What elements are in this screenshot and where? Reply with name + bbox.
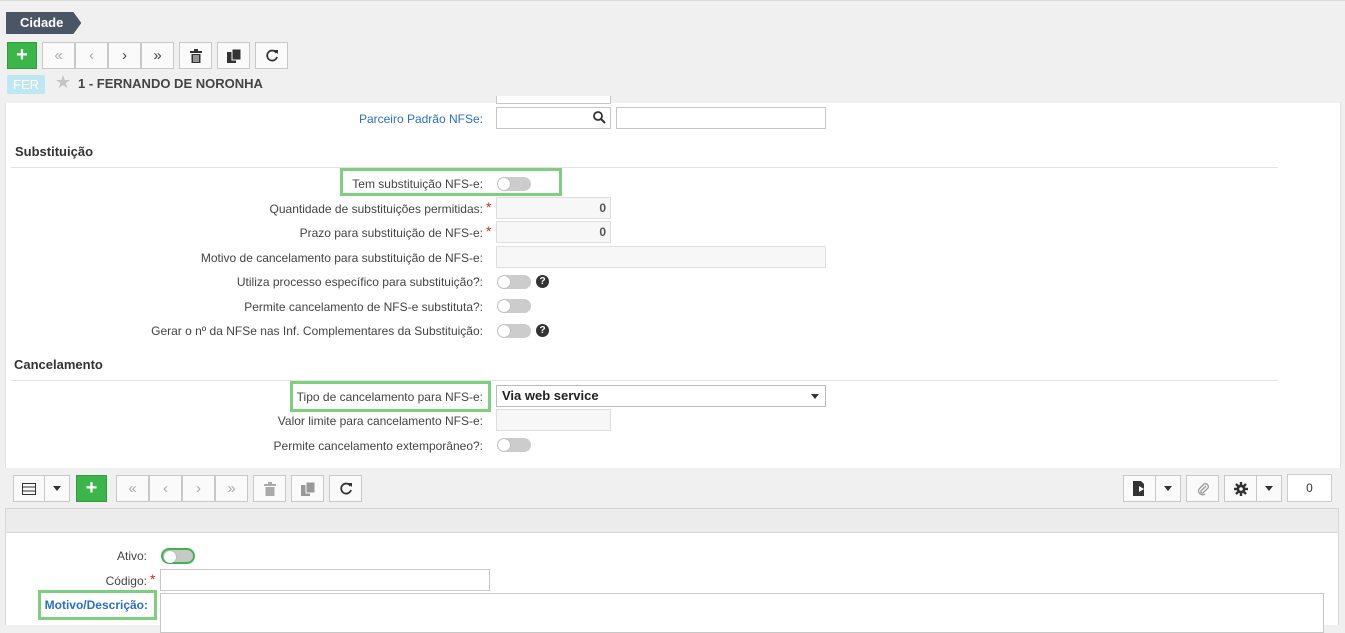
trash-icon — [189, 48, 202, 63]
tipo-cancel-label: Tipo de cancelamento para NFS-e: — [296, 390, 483, 404]
chevron-down-icon — [811, 394, 819, 399]
paperclip-icon — [1197, 482, 1209, 495]
table-icon — [22, 482, 36, 495]
grid-view-button[interactable] — [13, 475, 45, 502]
motivo-cancel-input[interactable] — [496, 246, 826, 268]
export-file-icon — [1133, 481, 1144, 496]
motivo-descricao-textarea[interactable] — [160, 593, 1324, 633]
grid-next-button[interactable]: › — [182, 475, 215, 502]
permite-cancel-label: Permite cancelamento de NFS-e substituta… — [244, 300, 483, 314]
prazo-label: Prazo para substituição de NFS-e: — [299, 226, 483, 240]
grid-prev-button[interactable]: ‹ — [149, 475, 182, 502]
copy-icon — [300, 481, 315, 496]
tem-substituicao-label: Tem substituição NFS-e: — [352, 177, 483, 191]
required-mark: * — [486, 199, 492, 215]
permite-extemp-label: Permite cancelamento extemporâneo?: — [273, 439, 483, 453]
grid-refresh-button[interactable] — [329, 475, 362, 502]
previous-record-button[interactable]: ‹ — [75, 42, 108, 69]
tem-substituicao-toggle[interactable] — [497, 177, 531, 191]
record-count: 0 — [1287, 474, 1332, 502]
cut-off-input — [496, 96, 611, 104]
ativo-label: Ativo: — [116, 549, 147, 563]
record-title: 1 - FERNANDO DE NORONHA — [78, 76, 263, 91]
grid-view-dropdown[interactable] — [44, 475, 70, 502]
export-dropdown[interactable] — [1155, 475, 1181, 502]
utiliza-processo-toggle[interactable] — [497, 275, 531, 289]
chevron-down-icon — [1265, 486, 1273, 491]
export-button[interactable] — [1123, 475, 1156, 502]
required-mark: * — [150, 571, 156, 587]
qtd-substituicoes-label: Quantidade de substituições permitidas: — [269, 202, 483, 216]
gear-icon — [1233, 481, 1248, 496]
breadcrumb[interactable]: Cidade — [6, 12, 81, 34]
required-mark: * — [486, 223, 492, 239]
last-record-button[interactable]: » — [141, 42, 174, 69]
permite-cancel-toggle[interactable] — [497, 299, 531, 313]
parceiro-label[interactable]: Parceiro Padrão NFSe: — [300, 112, 483, 126]
favorite-star-icon[interactable]: ★ — [55, 72, 71, 93]
parceiro-name-input[interactable] — [616, 107, 826, 129]
qtd-substituicoes-input[interactable]: 0 — [496, 197, 611, 219]
motivo-cancel-label: Motivo de cancelamento para substituição… — [200, 251, 483, 265]
settings-dropdown[interactable] — [1256, 475, 1282, 502]
grid-last-button[interactable]: » — [215, 475, 248, 502]
next-record-button[interactable]: › — [108, 42, 141, 69]
tipo-cancel-select[interactable]: Via web service — [496, 385, 826, 407]
chevron-down-icon — [1164, 486, 1172, 491]
section-divider — [11, 167, 1278, 168]
section-title-substituicao: Substituição — [15, 144, 94, 159]
grid-header — [5, 508, 1339, 533]
parceiro-code-input[interactable] — [496, 107, 611, 129]
grid-copy-button[interactable] — [291, 475, 324, 502]
valor-limite-input[interactable] — [496, 409, 611, 431]
delete-button[interactable] — [179, 42, 212, 69]
tipo-cancel-value: Via web service — [502, 388, 599, 403]
copy-button[interactable] — [217, 42, 250, 69]
valor-limite-label: Valor limite para cancelamento NFS-e: — [277, 414, 483, 428]
permite-extemp-toggle[interactable] — [497, 438, 531, 452]
grid-first-button[interactable]: « — [116, 475, 149, 502]
grid-add-button[interactable]: + — [76, 475, 107, 502]
settings-button[interactable] — [1224, 475, 1257, 502]
help-icon[interactable]: ? — [536, 324, 549, 337]
trash-icon — [263, 481, 276, 496]
refresh-icon — [265, 49, 278, 61]
copy-icon — [226, 48, 241, 63]
motivo-descricao-label[interactable]: Motivo/Descrição: — [40, 598, 148, 612]
search-icon[interactable] — [593, 111, 606, 124]
first-record-button[interactable]: « — [42, 42, 75, 69]
attach-button[interactable] — [1186, 475, 1219, 502]
add-button[interactable]: + — [7, 42, 37, 69]
record-badge: FER — [7, 75, 45, 94]
codigo-input[interactable] — [160, 569, 490, 591]
chevron-down-icon — [53, 486, 61, 491]
prazo-input[interactable]: 0 — [496, 221, 611, 243]
section-title-cancelamento: Cancelamento — [14, 357, 103, 372]
ativo-toggle[interactable] — [161, 548, 195, 564]
refresh-button[interactable] — [255, 42, 288, 69]
grid-delete-button[interactable] — [253, 475, 286, 502]
section-divider — [11, 380, 1278, 381]
utiliza-processo-label: Utiliza processo específico para substit… — [236, 275, 483, 289]
help-icon[interactable]: ? — [536, 275, 549, 288]
gerar-no-toggle[interactable] — [497, 324, 531, 338]
refresh-icon — [339, 482, 352, 494]
gerar-no-label: Gerar o nº da NFSe nas Inf. Complementar… — [151, 324, 483, 338]
codigo-label: Código: — [105, 574, 147, 588]
